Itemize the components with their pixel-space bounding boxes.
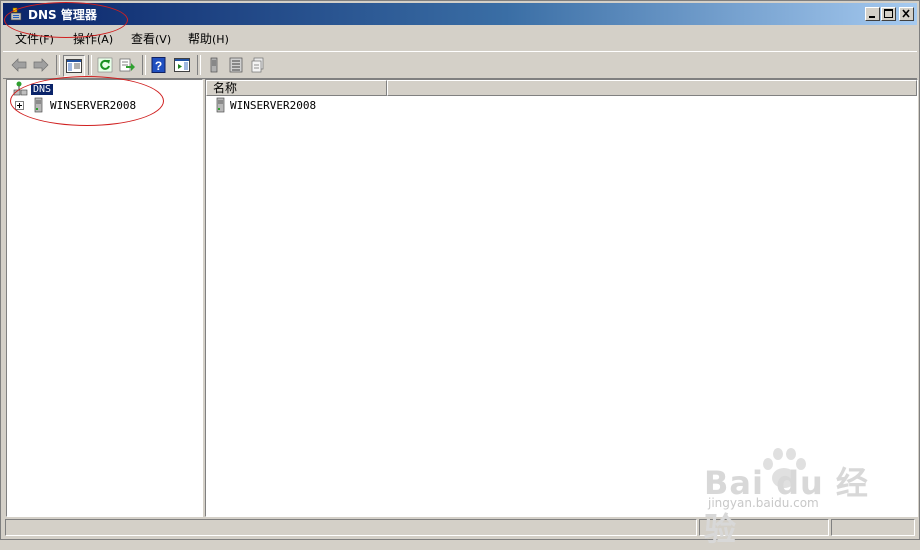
menu-bar: 文件(F) 操作(A) 查看(V) 帮助(H) — [3, 27, 917, 49]
list-item[interactable]: WINSERVER2008 — [214, 97, 316, 113]
help-button[interactable]: ? — [149, 55, 169, 75]
close-icon — [902, 9, 910, 18]
show-hide-tree-icon — [66, 59, 82, 73]
properties-button[interactable] — [248, 55, 268, 75]
menu-view-label: 查看 — [131, 32, 156, 46]
action-pane-button[interactable] — [172, 55, 192, 75]
back-button[interactable] — [9, 55, 29, 75]
tree-item-winserver2008[interactable]: WINSERVER2008 — [15, 97, 136, 113]
window-title: DNS 管理器 — [28, 8, 97, 22]
server-icon — [210, 57, 218, 73]
menu-file-accel: (F) — [39, 33, 54, 46]
list-icon — [229, 57, 243, 73]
properties-icon — [251, 57, 264, 73]
expand-plus-icon[interactable] — [15, 100, 24, 110]
dns-manager-window: DNS 管理器 文件(F) 操作(A) 查看(V) 帮助(H) ? DNS WI… — [0, 0, 920, 540]
toolbar: ? — [3, 51, 917, 79]
menu-file[interactable]: 文件(F) — [15, 30, 54, 47]
dns-app-icon — [10, 7, 22, 21]
list-item-name: WINSERVER2008 — [230, 98, 317, 112]
status-bar — [3, 517, 917, 537]
console-tree-pane[interactable]: DNS WINSERVER2008 — [6, 79, 203, 517]
refresh-icon — [97, 57, 113, 73]
column-header-name[interactable]: 名称 — [206, 80, 387, 96]
toolbar-separator — [88, 55, 92, 75]
tree-item-dns-root[interactable]: DNS — [13, 81, 54, 97]
server-icon — [216, 97, 225, 113]
toolbar-separator — [56, 55, 60, 75]
results-list-pane[interactable]: 名称 WINSERVER2008 — [205, 79, 918, 517]
show-hide-tree-button[interactable] — [63, 55, 85, 77]
column-header-empty[interactable] — [387, 80, 917, 96]
toolbar-separator — [197, 55, 201, 75]
title-bar[interactable]: DNS 管理器 — [3, 3, 917, 25]
help-icon: ? — [151, 57, 166, 73]
export-list-icon — [119, 58, 135, 72]
status-cell-tertiary — [831, 519, 915, 536]
menu-help-accel: (H) — [212, 33, 229, 46]
server-button[interactable] — [204, 55, 224, 75]
list-button[interactable] — [226, 55, 246, 75]
forward-arrow-icon — [33, 58, 49, 72]
status-cell-secondary — [699, 519, 829, 536]
status-cell-main — [5, 519, 697, 536]
maximize-icon — [884, 9, 893, 18]
tree-root-label: DNS — [31, 83, 54, 95]
menu-view-accel: (V) — [155, 33, 172, 46]
menu-action-accel: (A) — [97, 33, 114, 46]
export-list-button[interactable] — [117, 55, 137, 75]
menu-file-label: 文件 — [15, 32, 40, 46]
tree-item-label: WINSERVER2008 — [50, 98, 137, 112]
refresh-button[interactable] — [95, 55, 115, 75]
close-button[interactable] — [899, 7, 914, 21]
minimize-button[interactable] — [865, 7, 880, 21]
menu-action-label: 操作 — [73, 32, 98, 46]
minimize-icon — [869, 16, 875, 18]
list-header: 名称 — [206, 80, 917, 96]
back-arrow-icon — [11, 58, 27, 72]
server-icon — [34, 97, 43, 113]
forward-button[interactable] — [31, 55, 51, 75]
action-pane-icon — [174, 58, 190, 72]
dns-node-icon — [13, 81, 28, 96]
menu-help-label: 帮助 — [188, 32, 213, 46]
menu-help[interactable]: 帮助(H) — [188, 30, 229, 47]
menu-action[interactable]: 操作(A) — [73, 30, 113, 47]
svg-text:?: ? — [155, 59, 162, 73]
toolbar-separator — [142, 55, 146, 75]
maximize-button[interactable] — [881, 7, 896, 21]
menu-view[interactable]: 查看(V) — [131, 30, 171, 47]
